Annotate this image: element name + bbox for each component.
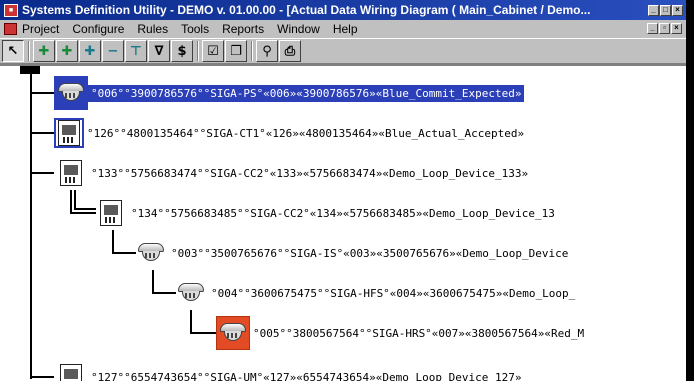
- node-label[interactable]: °127°°6554743654°°SIGA-UM°«127»«65547436…: [88, 369, 524, 381]
- node-label[interactable]: °134°°5756683485°°SIGA-CC2°«134»«5756683…: [128, 205, 558, 222]
- add-tree-icon[interactable]: ✚: [79, 40, 101, 62]
- node-label[interactable]: °005°°3800567564°°SIGA-HRS°«007»«3800567…: [250, 325, 587, 342]
- device-icon-box[interactable]: [134, 236, 168, 270]
- tree-connector: [74, 208, 96, 210]
- menu-window[interactable]: Window: [277, 22, 320, 36]
- filter-icon[interactable]: ∇: [148, 40, 170, 62]
- close-button[interactable]: ×: [672, 4, 683, 16]
- menu-tools[interactable]: Tools: [181, 22, 209, 36]
- tree-node[interactable]: °134°°5756683485°°SIGA-CC2°«134»«5756683…: [94, 193, 558, 233]
- smoke-detector-icon: [218, 321, 248, 345]
- app-logo-icon: ■: [4, 3, 18, 17]
- remove-icon[interactable]: −: [102, 40, 124, 62]
- toolbar-separator: [197, 41, 199, 61]
- node-label[interactable]: °133°°5756683474°°SIGA-CC2°«133»«5756683…: [88, 165, 531, 182]
- document-icon[interactable]: [4, 22, 17, 35]
- hierarchy-icon[interactable]: ⊤: [125, 40, 147, 62]
- menu-help[interactable]: Help: [333, 22, 358, 36]
- tree-connector: [30, 376, 54, 378]
- tree-connector: [30, 132, 54, 134]
- smoke-detector-icon: [56, 81, 86, 105]
- device-icon-box[interactable]: [216, 316, 250, 350]
- module-icon: [58, 120, 80, 146]
- module-icon: [100, 200, 122, 226]
- node-label[interactable]: °126°°4800135464°°SIGA-CT1°«126»«4800135…: [84, 125, 527, 142]
- node-label[interactable]: °003°°3500765676°°SIGA-IS°«003»«35007656…: [168, 245, 571, 262]
- toolbar-separator: [251, 41, 253, 61]
- device-icon-box[interactable]: [54, 360, 88, 381]
- module-icon: [60, 160, 82, 186]
- device-icon-box[interactable]: [94, 196, 128, 230]
- tree-connector: [70, 190, 72, 214]
- menu-bar: Project Configure Rules Tools Reports Wi…: [0, 20, 686, 37]
- tree-node[interactable]: °003°°3500765676°°SIGA-IS°«003»«35007656…: [134, 233, 571, 273]
- zoom-icon[interactable]: ⚲: [256, 40, 278, 62]
- print-icon[interactable]: ⎙: [279, 40, 301, 62]
- add-branch-icon[interactable]: ✚: [56, 40, 78, 62]
- smoke-detector-icon: [176, 281, 206, 305]
- tree-node[interactable]: °005°°3800567564°°SIGA-HRS°«007»«3800567…: [216, 313, 587, 353]
- node-label[interactable]: °004°°3600675475°°SIGA-HFS°«004»«3600675…: [208, 285, 578, 302]
- title-bar: ■ Systems Definition Utility - DEMO v. 0…: [0, 0, 686, 20]
- dollar-icon[interactable]: $: [171, 40, 193, 62]
- menu-rules[interactable]: Rules: [137, 22, 168, 36]
- pointer-icon[interactable]: ↖: [2, 40, 24, 62]
- device-icon-box[interactable]: [54, 118, 84, 148]
- tree-connector: [70, 212, 96, 214]
- tree-node[interactable]: °126°°4800135464°°SIGA-CT1°«126»«4800135…: [54, 113, 527, 153]
- tree-connector: [152, 270, 154, 294]
- tree-connector: [30, 92, 54, 94]
- properties-icon[interactable]: ☑: [202, 40, 224, 62]
- node-label[interactable]: °006°°3900786576°°SIGA-PS°«006»«39007865…: [88, 84, 525, 102]
- copy-icon[interactable]: ❐: [225, 40, 247, 62]
- window-title: Systems Definition Utility - DEMO v. 01.…: [22, 3, 591, 17]
- tree-connector: [190, 332, 216, 334]
- tree-node[interactable]: °133°°5756683474°°SIGA-CC2°«133»«5756683…: [54, 153, 531, 193]
- tree-connector: [152, 292, 176, 294]
- tree-node[interactable]: °127°°6554743654°°SIGA-UM°«127»«65547436…: [54, 357, 524, 381]
- wiring-diagram-tree[interactable]: °006°°3900786576°°SIGA-PS°«006»«39007865…: [0, 64, 686, 381]
- tree-root-marker: [20, 66, 40, 74]
- tree-connector: [112, 230, 114, 254]
- toolbar-separator: [28, 41, 30, 61]
- menu-reports[interactable]: Reports: [222, 22, 264, 36]
- tree-connector: [112, 252, 136, 254]
- smoke-detector-icon: [136, 241, 166, 265]
- tree-connector: [30, 74, 32, 379]
- device-icon-box[interactable]: [54, 76, 88, 110]
- device-icon-box[interactable]: [54, 156, 88, 190]
- tree-connector: [74, 190, 76, 210]
- maximize-button[interactable]: □: [660, 4, 671, 16]
- tree-connector: [30, 172, 54, 174]
- minimize-button[interactable]: _: [648, 4, 659, 16]
- module-icon: [60, 364, 82, 381]
- menu-project[interactable]: Project: [22, 22, 59, 36]
- doc-restore-button[interactable]: ▫: [659, 23, 670, 34]
- tree-connector: [190, 310, 192, 334]
- doc-minimize-button[interactable]: _: [647, 23, 658, 34]
- menu-configure[interactable]: Configure: [72, 22, 124, 36]
- add-device-icon[interactable]: ✚: [33, 40, 55, 62]
- doc-close-button[interactable]: ×: [671, 23, 682, 34]
- tree-node[interactable]: °006°°3900786576°°SIGA-PS°«006»«39007865…: [54, 73, 525, 113]
- tree-node[interactable]: °004°°3600675475°°SIGA-HFS°«004»«3600675…: [174, 273, 578, 313]
- device-icon-box[interactable]: [174, 276, 208, 310]
- toolbar: ↖ ✚ ✚ ✚ − ⊤ ∇ $ ☑ ❐ ⚲ ⎙: [0, 38, 686, 64]
- app-window: ■ Systems Definition Utility - DEMO v. 0…: [0, 0, 686, 381]
